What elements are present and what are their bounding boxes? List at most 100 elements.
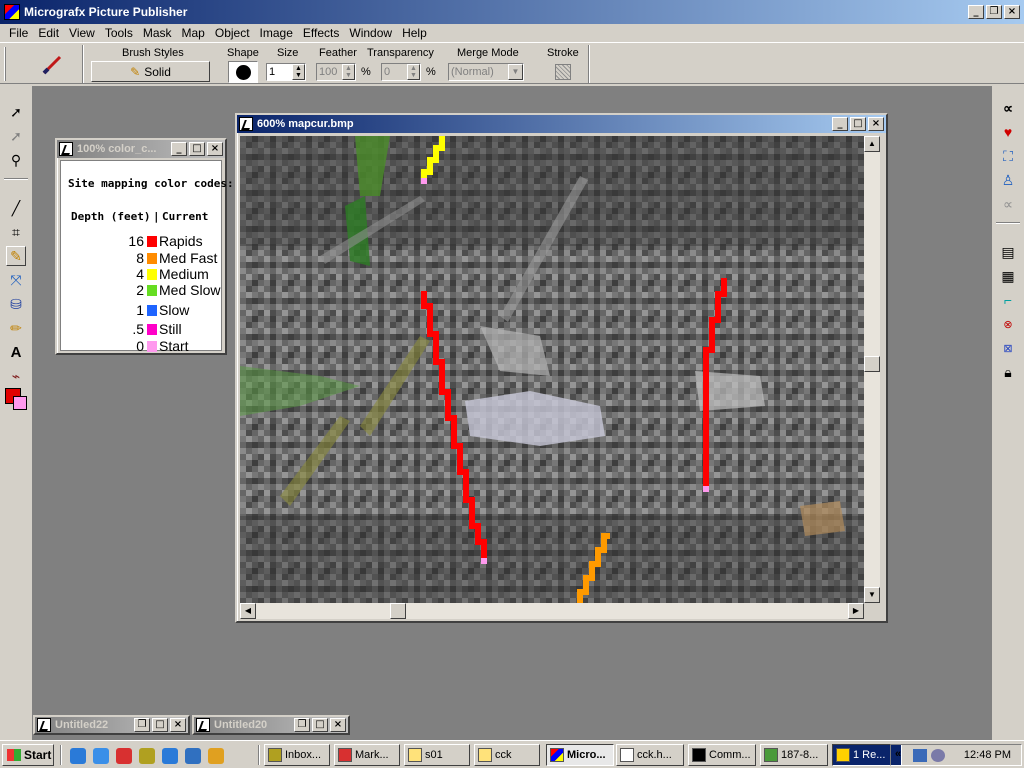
maximize-icon[interactable]: □ xyxy=(850,117,866,131)
heart-icon[interactable]: ♥ xyxy=(998,122,1018,142)
task-image-187[interactable]: 187-8... xyxy=(760,744,828,766)
opera-icon[interactable] xyxy=(116,748,132,764)
feather-spinner-icon[interactable]: ▲ ▼ xyxy=(342,64,355,80)
legend-depth: 0 xyxy=(136,338,144,354)
eyedropper-icon[interactable]: ⌁ xyxy=(6,366,26,386)
mask-delete-icon[interactable]: ⊠ xyxy=(998,338,1018,358)
pencil-icon[interactable]: ✏ xyxy=(6,318,26,338)
guides-icon[interactable]: ⌐ xyxy=(998,290,1018,310)
toolbar-grip[interactable] xyxy=(4,47,6,81)
legend-window-titlebar[interactable]: 100% color_c... _ □ × xyxy=(57,140,225,158)
paintbrush-icon[interactable] xyxy=(38,51,66,79)
search-icon[interactable] xyxy=(162,748,178,764)
close-icon[interactable]: × xyxy=(1004,5,1020,19)
horizontal-scrollbar[interactable]: ◀ ▶ xyxy=(240,603,864,619)
restore-icon[interactable]: ❐ xyxy=(294,718,310,732)
internet-explorer-icon[interactable] xyxy=(93,748,109,764)
maximize-icon[interactable]: □ xyxy=(152,718,168,732)
mask-shapes-icon[interactable]: ⛶ xyxy=(998,146,1018,166)
image-canvas[interactable] xyxy=(240,136,864,603)
close-icon[interactable]: × xyxy=(330,718,346,732)
restore-icon[interactable]: ❐ xyxy=(134,718,150,732)
start-button[interactable]: Start xyxy=(2,744,54,766)
vertical-scrollbar[interactable]: ▲ ▼ xyxy=(864,136,880,603)
maximize-icon[interactable]: □ xyxy=(189,142,205,156)
bell-icon[interactable]: ♙ xyxy=(998,170,1018,190)
quicklaunch-icon[interactable] xyxy=(208,748,224,764)
restore-icon[interactable]: ❐ xyxy=(986,5,1002,19)
close-icon[interactable]: × xyxy=(207,142,223,156)
brush-tool-icon[interactable]: ✎ xyxy=(6,246,26,266)
color-swatch-icon[interactable] xyxy=(5,388,29,412)
transform-icon[interactable]: ⤧ xyxy=(6,270,26,290)
divider xyxy=(996,222,1020,224)
brush-style-value: Solid xyxy=(144,64,171,79)
quicklaunch-icon[interactable] xyxy=(139,748,155,764)
object-pointer-icon[interactable]: ➚ xyxy=(6,126,26,146)
minimize-icon[interactable]: _ xyxy=(832,117,848,131)
network-icon[interactable] xyxy=(913,749,927,762)
windows-logo-icon xyxy=(7,749,21,761)
menu-effects[interactable]: Effects xyxy=(298,26,344,40)
app-icon[interactable] xyxy=(4,4,20,20)
crop-icon[interactable]: ⌗ xyxy=(6,222,26,242)
task-icon xyxy=(338,748,352,762)
tray-expand-icon[interactable]: « xyxy=(895,748,901,760)
menu-edit[interactable]: Edit xyxy=(33,26,64,40)
menu-map[interactable]: Map xyxy=(177,26,210,40)
minimized-window-untitled22[interactable]: Untitled22 ❐ □ × xyxy=(33,715,190,735)
pointer-icon[interactable]: ➚ xyxy=(6,102,26,122)
maximize-icon[interactable]: □ xyxy=(312,718,328,732)
quicklaunch-icon[interactable] xyxy=(70,748,86,764)
vertical-scroll-thumb[interactable] xyxy=(864,356,880,372)
menu-object[interactable]: Object xyxy=(210,26,255,40)
minimized-window-title: Untitled20 xyxy=(214,719,268,731)
minimized-window-untitled20[interactable]: Untitled20 ❐ □ × xyxy=(192,715,350,735)
scroll-up-icon[interactable]: ▲ xyxy=(864,136,880,152)
menu-help[interactable]: Help xyxy=(397,26,432,40)
task-cck[interactable]: cck xyxy=(474,744,540,766)
legend-label: Start xyxy=(159,338,189,354)
menu-view[interactable]: View xyxy=(64,26,100,40)
brush-styles-label: Brush Styles xyxy=(122,47,184,59)
brush-style-button[interactable]: ✎ Solid xyxy=(91,61,210,82)
task-label: Mark... xyxy=(355,749,389,761)
task-micrografx[interactable]: Micro... xyxy=(546,744,614,766)
task-mark[interactable]: Mark... xyxy=(334,744,400,766)
task-cck-html[interactable]: cck.h... xyxy=(616,744,684,766)
quicklaunch-icon[interactable] xyxy=(185,748,201,764)
scroll-right-icon[interactable]: ▶ xyxy=(848,603,864,619)
menu-tools[interactable]: Tools xyxy=(100,26,138,40)
minimize-icon[interactable]: _ xyxy=(171,142,187,156)
lock-icon[interactable]: 🔒︎ xyxy=(998,362,1018,382)
minimize-icon[interactable]: _ xyxy=(968,5,984,19)
line-icon[interactable]: ╱ xyxy=(6,198,26,218)
text-tool-icon[interactable]: A xyxy=(6,342,26,362)
grid-icon[interactable]: ▦ xyxy=(998,266,1018,286)
menu-image[interactable]: Image xyxy=(255,26,298,40)
alpha-disabled-icon[interactable]: ∝ xyxy=(998,194,1018,214)
stroke-icon[interactable] xyxy=(555,64,571,80)
close-icon[interactable]: × xyxy=(170,718,186,732)
volume-icon[interactable] xyxy=(931,749,945,762)
size-spinner-icon[interactable]: ▲ ▼ xyxy=(292,64,305,80)
close-icon[interactable]: × xyxy=(868,117,884,131)
menu-window[interactable]: Window xyxy=(344,26,397,40)
task-s01[interactable]: s01 xyxy=(404,744,470,766)
image-window-titlebar[interactable]: 600% mapcur.bmp _ □ × xyxy=(237,115,886,133)
horizontal-scroll-thumb[interactable] xyxy=(390,603,406,619)
zoom-icon[interactable]: ⚲ xyxy=(6,150,26,170)
menu-mask[interactable]: Mask xyxy=(138,26,177,40)
ruler-icon[interactable]: ▤ xyxy=(998,242,1018,262)
alpha-channel-icon[interactable]: ∝ xyxy=(998,98,1018,118)
scroll-left-icon[interactable]: ◀ xyxy=(240,603,256,619)
dropdown-arrow-icon[interactable]: ▼ xyxy=(508,64,523,80)
menu-file[interactable]: File xyxy=(4,26,33,40)
task-inbox[interactable]: Inbox... xyxy=(264,744,330,766)
shape-selector[interactable] xyxy=(228,61,258,83)
task-command[interactable]: Comm... xyxy=(688,744,756,766)
transparency-spinner-icon[interactable]: ▲ ▼ xyxy=(407,64,420,80)
object-delete-icon[interactable]: ⊗ xyxy=(998,314,1018,334)
fill-bucket-icon[interactable]: ⛁ xyxy=(6,294,26,314)
scroll-down-icon[interactable]: ▼ xyxy=(864,587,880,603)
